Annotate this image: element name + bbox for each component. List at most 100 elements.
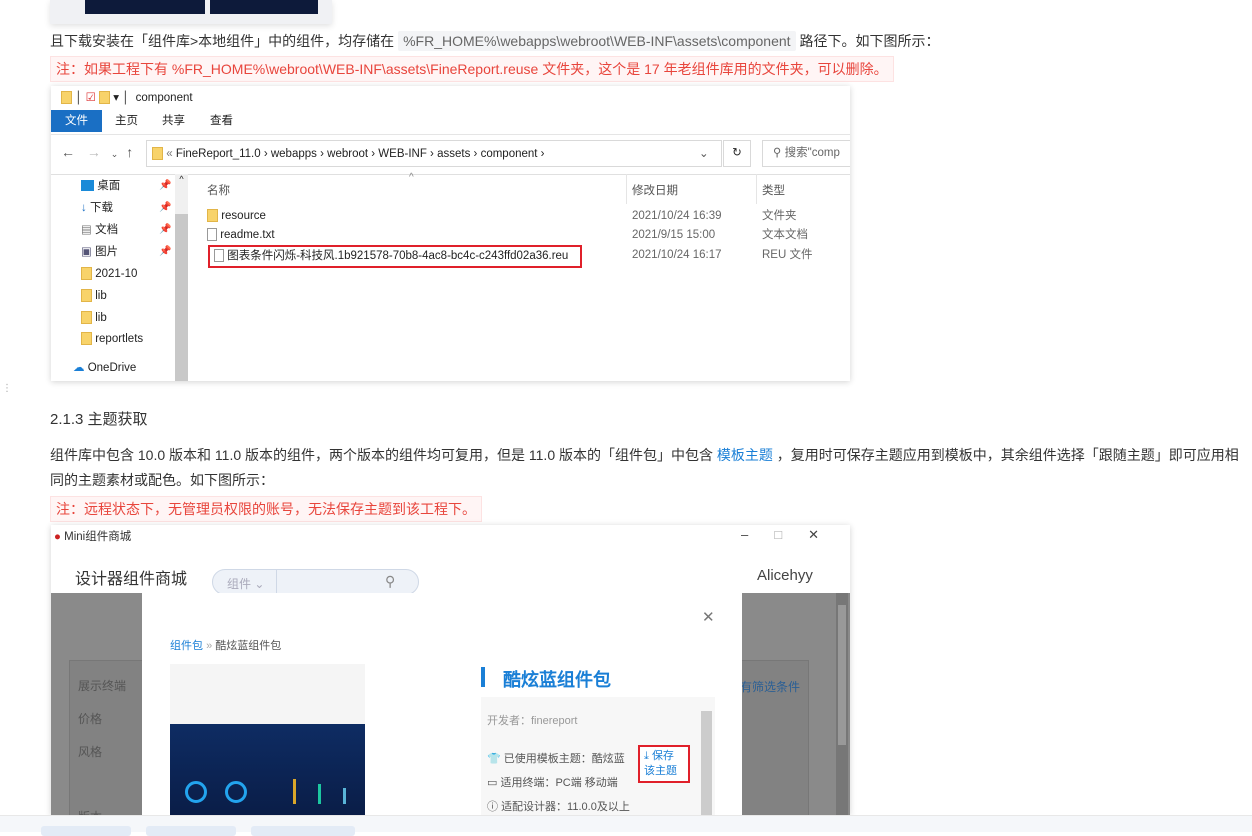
ribbon-tab-home[interactable]: 主页: [103, 110, 150, 132]
filter-label: 风格: [78, 745, 103, 759]
file-date: 2021/10/24 16:17: [632, 249, 722, 261]
folder-icon: [99, 91, 111, 105]
nav-item-downloads[interactable]: ↓ 下载: [81, 198, 113, 218]
explorer-titlebar: │ ☑ ▾ │ component: [61, 90, 193, 105]
intro-text-after: 路径下。如下图所示：: [799, 33, 940, 49]
filter-label: 展示终端: [78, 679, 127, 693]
nav-item-desktop[interactable]: 桌面: [81, 176, 120, 196]
nav-item-documents[interactable]: ▤ 文档: [81, 220, 118, 240]
file-row[interactable]: readme.txt: [207, 226, 275, 244]
filter-label: 价格: [78, 712, 103, 726]
text-file-icon: [207, 228, 217, 242]
chart-thumbnail: [85, 0, 205, 14]
close-modal-icon[interactable]: ✕: [702, 608, 715, 626]
maximize-icon[interactable]: □: [774, 527, 808, 542]
pin-icon[interactable]: 📌: [159, 180, 171, 191]
folder-icon: [81, 289, 92, 303]
file-row-highlighted[interactable]: 图表条件闪烁-科技风.1b921578-70b8-4ac8-bc4c-c243f…: [208, 245, 583, 268]
drag-handle-icon[interactable]: ⋮: [2, 383, 12, 394]
ribbon-tab-file[interactable]: 文件: [51, 110, 102, 132]
pin-icon[interactable]: 📌: [159, 202, 171, 213]
ribbon-tab-share[interactable]: 共享: [150, 110, 197, 132]
folder-icon: [81, 267, 92, 281]
intro-text: 且下载安装在「组件库>本地组件」中的组件，均存储在: [50, 33, 395, 49]
chart-thumbnail: [210, 0, 318, 14]
breadcrumb-item[interactable]: component: [481, 148, 538, 160]
breadcrumb-item[interactable]: webroot: [327, 148, 368, 160]
sort-arrow-icon: ^: [409, 172, 414, 183]
save-theme-button[interactable]: ⤓ 保存该主题: [638, 745, 690, 783]
section-paragraph: 组件库中包含 10.0 版本和 11.0 版本的组件，两个版本的组件均可复用，但…: [50, 447, 1239, 463]
up-icon[interactable]: ↑: [126, 144, 133, 160]
bottom-tab[interactable]: [146, 826, 236, 836]
section-heading: 2.1.3 主题获取: [50, 411, 148, 428]
breadcrumb-item[interactable]: WEB-INF: [378, 148, 427, 160]
nav-scrollbar[interactable]: ^: [175, 174, 188, 381]
nav-item-folder[interactable]: lib: [81, 308, 107, 328]
dashboard-preview-image: [170, 724, 365, 815]
info-scrollbar[interactable]: [701, 711, 712, 815]
download-icon: ↓: [81, 202, 87, 214]
package-info: 开发者：finereport 👕 已使用模板主题：酷炫蓝 ▭ 适用终端：PC端 …: [481, 697, 715, 815]
column-header-date[interactable]: 修改日期: [632, 182, 678, 198]
file-row[interactable]: resource: [207, 207, 266, 225]
column-header-name[interactable]: 名称: [207, 182, 230, 198]
address-bar[interactable]: « FineReport_11.0 › webapps › webroot › …: [146, 140, 722, 167]
folder-icon: [207, 209, 218, 223]
pin-icon[interactable]: 📌: [159, 224, 171, 235]
pin-icon[interactable]: 📌: [159, 246, 171, 257]
folder-icon: [81, 311, 92, 325]
section-paragraph-cont: 同的主题素材或配色。如下图所示：: [50, 472, 274, 488]
breadcrumb-item[interactable]: assets: [437, 148, 470, 160]
template-theme-link[interactable]: 模板主题: [717, 447, 773, 463]
window-titlebar: ● Mini组件商城: [54, 531, 132, 543]
store-search[interactable]: 组件 ⌄ ⚲: [212, 569, 419, 595]
breadcrumb-current: 酷炫蓝组件包: [215, 640, 282, 652]
nav-item-onedrive[interactable]: ☁ OneDrive: [73, 358, 136, 378]
forward-icon[interactable]: →: [87, 144, 101, 160]
bottom-toolbar: [0, 815, 1252, 836]
nav-item-folder[interactable]: 2021-10: [81, 264, 137, 284]
path-code: %FR_HOME%\webapps\webroot\WEB-INF\assets…: [398, 31, 796, 51]
download-icon: ⤓: [644, 750, 649, 762]
refresh-icon[interactable]: ↻: [723, 140, 751, 167]
nav-item-folder[interactable]: lib: [81, 286, 107, 306]
bottom-tab[interactable]: [41, 826, 131, 836]
breadcrumb-root-link[interactable]: 组件包: [170, 640, 203, 652]
package-title: 酷炫蓝组件包: [503, 670, 611, 690]
recent-icon[interactable]: ⌄: [111, 149, 119, 159]
modal-overlay: 展示终端 价格 风格 版本 有筛选条件 ✕ 组件包 » 酷炫蓝组件包 酷炫蓝组件…: [51, 593, 850, 815]
column-header-type[interactable]: 类型: [762, 182, 785, 198]
filter-right-text: 有筛选条件: [740, 680, 801, 694]
mini-store-screenshot: ● Mini组件商城 –□✕ 设计器组件商城 组件 ⌄ ⚲ Alicehyy 展…: [51, 525, 850, 815]
nav-item-pictures[interactable]: ▣ 图片: [81, 242, 118, 262]
filter-label: 版本: [78, 808, 102, 815]
search-input[interactable]: ⚲ 搜索"comp: [762, 140, 850, 167]
chevron-down-icon[interactable]: ⌄: [699, 146, 709, 160]
scrollbar[interactable]: [836, 593, 848, 815]
package-preview[interactable]: [170, 664, 365, 815]
nav-item-folder[interactable]: reportlets: [81, 329, 143, 349]
file-type: 文件夹: [762, 210, 797, 222]
bottom-tab[interactable]: [251, 826, 355, 836]
folder-icon: [81, 332, 92, 346]
note-reuse-folder: 注：如果工程下有 %FR_HOME%\webroot\WEB-INF\asset…: [50, 56, 894, 82]
breadcrumb-item[interactable]: webapps: [271, 148, 317, 160]
terminals: ▭ 适用终端：PC端 移动端: [487, 777, 618, 789]
file-type: REU 文件: [762, 249, 813, 261]
file-date: 2021/10/24 16:39: [632, 210, 722, 222]
file-type: 文本文档: [762, 229, 808, 241]
search-category[interactable]: 组件: [227, 577, 251, 591]
window-title: component: [135, 92, 193, 104]
device-icon: ▭: [487, 777, 498, 789]
minimize-icon[interactable]: –: [741, 527, 774, 542]
close-icon[interactable]: ✕: [808, 527, 845, 542]
properties-icon: ☑: [85, 92, 96, 104]
store-title: 设计器组件商城: [75, 571, 188, 588]
back-icon[interactable]: ←: [61, 144, 75, 160]
user-name[interactable]: Alicehyy: [757, 567, 813, 584]
search-icon[interactable]: ⚲: [385, 573, 395, 590]
theme-used: 👕 已使用模板主题：酷炫蓝: [487, 753, 625, 765]
breadcrumb-item[interactable]: FineReport_11.0: [176, 148, 261, 160]
ribbon-tab-view[interactable]: 查看: [198, 110, 245, 132]
